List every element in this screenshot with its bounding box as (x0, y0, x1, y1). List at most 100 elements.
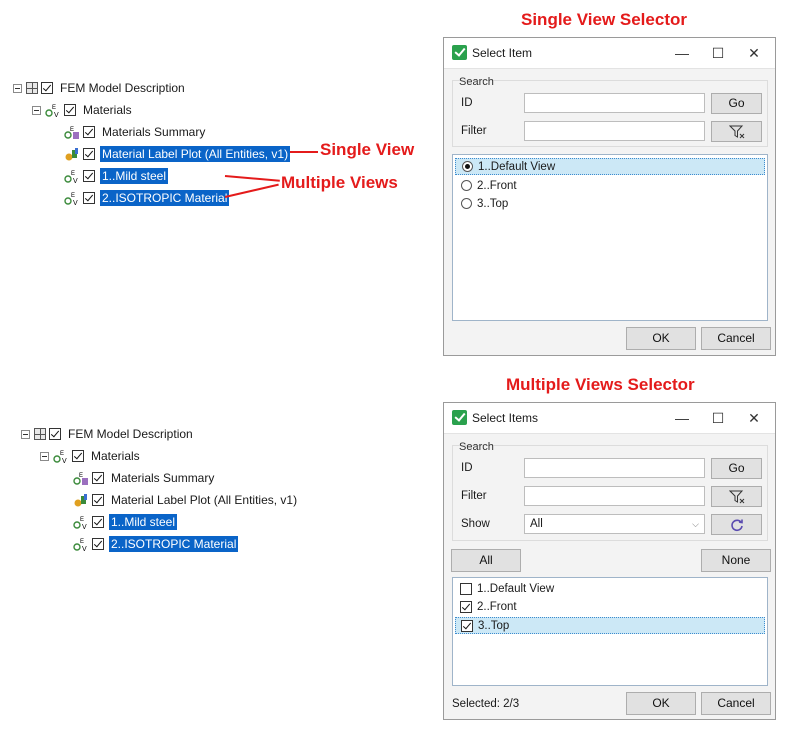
checkbox-icon[interactable] (83, 192, 95, 204)
checkbox-icon[interactable] (460, 600, 472, 613)
ok-button[interactable]: OK (626, 327, 696, 350)
checkbox-icon[interactable] (461, 619, 473, 632)
select-items-dialog: Select Items — ☐ ✕ Search ID Go Filter S… (443, 402, 776, 720)
view-list[interactable]: 1..Default View 2..Front 3..Top (452, 577, 768, 686)
list-item[interactable]: 3..Top (455, 195, 765, 212)
tree-row-label-plot[interactable]: Material Label Plot (All Entities, v1) (64, 145, 291, 163)
close-button[interactable]: ✕ (739, 407, 769, 429)
ev-material-icon: EV (73, 517, 87, 530)
minimize-button[interactable]: — (667, 42, 697, 64)
tree-row-materials[interactable]: EV Materials (32, 101, 134, 119)
list-item[interactable]: 2..Front (455, 177, 765, 194)
refresh-button[interactable] (711, 514, 762, 535)
multiple-views-callout: Multiple Views (281, 173, 398, 192)
tree-row-root[interactable]: FEM Model Description (21, 425, 195, 443)
grid-icon (26, 82, 38, 94)
svg-text:E: E (80, 539, 84, 545)
cancel-button[interactable]: Cancel (701, 327, 771, 350)
single-view-selector-heading: Single View Selector (521, 10, 687, 29)
checkbox-icon[interactable] (49, 428, 61, 440)
none-button[interactable]: None (701, 549, 771, 572)
radio-button[interactable] (461, 180, 472, 191)
all-button[interactable]: All (451, 549, 521, 572)
tree-label-item: 1..Mild steel (109, 514, 178, 530)
tree-label-root: FEM Model Description (68, 427, 193, 441)
ev-material-icon: EV (45, 105, 59, 118)
checkbox-icon[interactable] (83, 126, 95, 138)
checkbox-icon[interactable] (41, 82, 53, 94)
title-bar[interactable]: Select Item — ☐ ✕ (444, 38, 775, 69)
id-input[interactable] (524, 458, 705, 478)
app-check-icon (452, 410, 467, 425)
tree-row-materials[interactable]: EV Materials (40, 447, 142, 465)
view-list[interactable]: 1..Default View 2..Front 3..Top (452, 154, 768, 321)
filter-input[interactable] (524, 486, 705, 506)
list-item[interactable]: 3..Top (455, 617, 765, 634)
tree-row-mild-steel[interactable]: EV 1..Mild steel (64, 167, 169, 185)
tree-label-item: Material Label Plot (All Entities, v1) (111, 493, 298, 507)
tree-label-item: Materials Summary (102, 125, 206, 139)
svg-text:V: V (73, 178, 78, 184)
radio-button[interactable] (461, 198, 472, 209)
selection-status: Selected: 2/3 (452, 698, 520, 710)
tree-row-isotropic[interactable]: EV 2..ISOTROPIC Material (73, 535, 239, 553)
tree-row-materials-summary[interactable]: E Materials Summary (73, 469, 216, 487)
maximize-button[interactable]: ☐ (703, 42, 733, 64)
collapse-icon[interactable] (40, 451, 49, 461)
filter-input[interactable] (524, 121, 705, 141)
title-bar[interactable]: Select Items — ☐ ✕ (444, 403, 775, 434)
callout-line (224, 183, 279, 198)
minimize-button[interactable]: — (667, 407, 697, 429)
multiple-views-selector-heading: Multiple Views Selector (506, 375, 695, 394)
cancel-button[interactable]: Cancel (701, 692, 771, 715)
refresh-icon (730, 519, 743, 532)
single-view-callout: Single View (320, 140, 415, 159)
collapse-icon[interactable] (32, 105, 41, 115)
ev-material-icon: EV (73, 539, 87, 552)
callout-line (290, 151, 318, 153)
tree-row-mild-steel[interactable]: EV 1..Mild steel (73, 513, 178, 531)
svg-text:V: V (54, 112, 59, 118)
summary-icon: E (64, 127, 79, 139)
radio-button[interactable] (462, 161, 473, 172)
checkbox-icon[interactable] (460, 582, 472, 595)
checkbox-icon[interactable] (64, 104, 76, 116)
close-button[interactable]: ✕ (739, 42, 769, 64)
id-input[interactable] (524, 93, 705, 113)
collapse-icon[interactable] (13, 83, 22, 93)
filter-button[interactable] (711, 486, 762, 507)
list-item[interactable]: 1..Default View (455, 158, 765, 175)
collapse-icon[interactable] (21, 429, 30, 439)
checkbox-icon[interactable] (92, 516, 104, 528)
callout-line (224, 175, 280, 182)
tree-row-root[interactable]: FEM Model Description (13, 79, 187, 97)
maximize-button[interactable]: ☐ (703, 407, 733, 429)
checkbox-icon[interactable] (92, 472, 104, 484)
checkbox-icon[interactable] (83, 170, 95, 182)
checkbox-icon[interactable] (83, 148, 95, 160)
checkbox-icon[interactable] (72, 450, 84, 462)
tree-row-label-plot[interactable]: Material Label Plot (All Entities, v1) (73, 491, 299, 509)
filter-label: Filter (461, 490, 487, 502)
tree-row-isotropic[interactable]: EV 2..ISOTROPIC Material (64, 189, 230, 207)
go-button[interactable]: Go (711, 93, 762, 114)
list-item-label: 1..Default View (478, 160, 556, 173)
go-button[interactable]: Go (711, 458, 762, 479)
checkbox-icon[interactable] (92, 538, 104, 550)
show-select[interactable]: All ⌵ (524, 514, 705, 534)
checkbox-icon[interactable] (92, 494, 104, 506)
list-item[interactable]: 1..Default View (455, 580, 765, 597)
list-item-label: 1..Default View (477, 582, 555, 595)
select-item-dialog: Select Item — ☐ ✕ Search ID Go Filter 1.… (443, 37, 776, 356)
grid-icon (34, 428, 46, 440)
tree-label-item: 1..Mild steel (100, 168, 169, 184)
filter-icon (728, 125, 744, 139)
dialog-title: Select Items (472, 411, 539, 425)
tree-row-materials-summary[interactable]: E Materials Summary (64, 123, 207, 141)
svg-text:E: E (71, 193, 75, 199)
app-check-icon (452, 45, 467, 60)
filter-button[interactable] (711, 121, 762, 142)
ok-button[interactable]: OK (626, 692, 696, 715)
summary-icon: E (73, 473, 88, 485)
list-item[interactable]: 2..Front (455, 598, 765, 615)
